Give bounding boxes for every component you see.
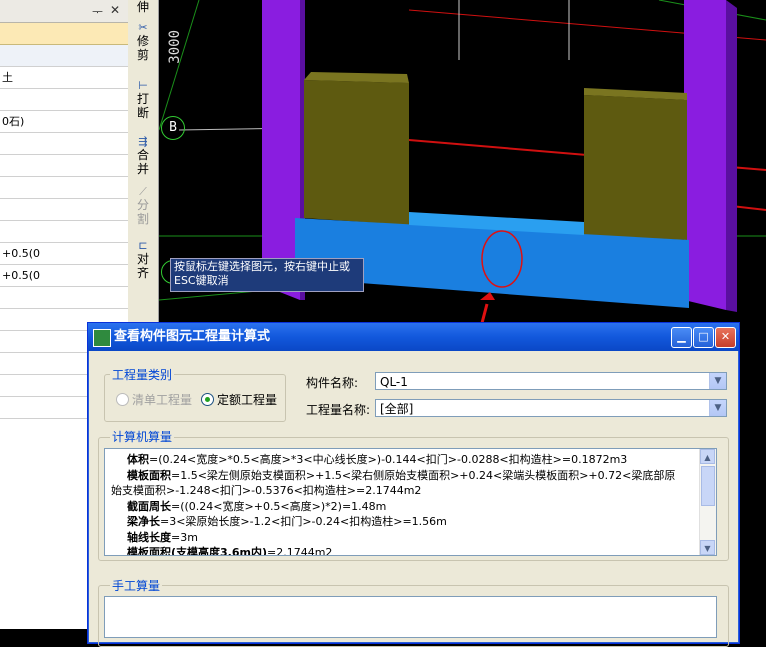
manual-calc-legend: 手工算量 [110, 577, 163, 594]
status-tooltip: 按鼠标左键选择图元，按右键中止或ESC键取消 [170, 258, 364, 292]
merge-icon: ⇶ [138, 135, 148, 148]
property-row[interactable]: +0.5(0 [0, 243, 128, 265]
pin-icon[interactable]: ᅮ [92, 3, 103, 20]
calc-line-key: 模板面积 [127, 468, 171, 482]
bill-quantity-label: 清单工程量 [132, 393, 193, 407]
break-button[interactable]: ⊢ 打断 [128, 79, 158, 121]
calc-line-key: 轴线长度 [127, 530, 171, 544]
chevron-down-icon[interactable]: ▼ [709, 373, 726, 389]
calc-line: 梁净长=3<梁原始长度>-1.2<扣门>-0.24<扣构造柱>=1.56m [105, 514, 716, 530]
calc-line-key: 模板面积(支模高度3.6m内) [127, 546, 268, 556]
quantity-name-select[interactable]: [全部] ▼ [375, 399, 727, 417]
scroll-down-icon[interactable]: ▼ [700, 540, 715, 555]
calc-line-text: =3m [171, 530, 198, 544]
quota-quantity-label: 定额工程量 [217, 393, 278, 407]
align-icon: ⊏ [138, 239, 148, 252]
close-button[interactable]: ✕ [715, 327, 736, 348]
dialog-title: 查看构件图元工程量计算式 [114, 329, 271, 344]
right-column-side [726, 0, 737, 312]
radio-icon [116, 393, 129, 406]
component-name-select[interactable]: QL-1 ▼ [375, 372, 727, 390]
calc-line-text: =3<梁原始长度>-1.2<扣门>-0.24<扣构造柱>=1.56m [160, 515, 447, 528]
bill-quantity-radio[interactable]: 清单工程量 [116, 391, 192, 408]
radio-icon [201, 393, 214, 406]
align-label: 对齐 [136, 252, 149, 280]
calc-line-key: 梁净长 [127, 515, 160, 528]
right-wall-block [584, 95, 687, 240]
property-row[interactable] [0, 45, 128, 67]
quantity-name-label: 工程量名称: [306, 403, 371, 417]
break-label: 打断 [136, 92, 149, 120]
extend-label: 伸 [136, 0, 149, 14]
quantity-name-value: [全部] [380, 402, 414, 416]
right-column [684, 0, 726, 310]
property-row[interactable] [0, 287, 128, 309]
property-row[interactable]: 0石) [0, 111, 128, 133]
app-icon [93, 329, 111, 347]
calc-line: 截面周长=((0.24<宽度>+0.5<高度>)*2)=1.48m [105, 499, 716, 515]
calc-line-text: 始支模面积>-1.248<扣门>-0.5376<扣构造柱>=2.1744m2 [111, 484, 422, 497]
calc-line: 始支模面积>-1.248<扣门>-0.5376<扣构造柱>=2.1744m2 [105, 483, 716, 499]
vertical-scrollbar[interactable]: ▲ ▼ [699, 449, 716, 555]
property-row[interactable]: +0.5(0 [0, 265, 128, 287]
calc-line-text: =((0.24<宽度>+0.5<高度>)*2)=1.48m [171, 499, 387, 513]
scroll-up-icon[interactable]: ▲ [700, 449, 715, 464]
chevron-down-icon[interactable]: ▼ [709, 400, 726, 416]
property-row[interactable] [0, 155, 128, 177]
calc-line: 轴线长度=3m [105, 530, 716, 546]
trim-label: 修剪 [136, 34, 149, 62]
calc-line: 模板面积(支模高度3.6m内)=2.1744m2 [105, 545, 716, 556]
axis-label-bubble: B [161, 116, 185, 140]
break-icon: ⊢ [138, 79, 148, 92]
calc-formula-textbox[interactable]: 体积=(0.24<宽度>*0.5<高度>*3<中心线长度>)-0.144<扣门>… [104, 448, 717, 556]
property-row[interactable] [0, 199, 128, 221]
property-row[interactable] [0, 133, 128, 155]
left-column [262, 0, 300, 300]
left-wall-block [304, 80, 409, 225]
calc-lines: 体积=(0.24<宽度>*0.5<高度>*3<中心线长度>)-0.144<扣门>… [105, 449, 716, 556]
calc-line-text: =2.1744m2 [267, 546, 333, 556]
calc-line-text: =(0.24<宽度>*0.5<高度>*3<中心线长度>)-0.144<扣门>-0… [149, 453, 628, 466]
calc-line: 模板面积=1.5<梁左侧原始支模面积>+1.5<梁右侧原始支模面积>+0.24<… [105, 468, 716, 484]
calc-line-key: 截面周长 [127, 499, 171, 513]
property-row[interactable]: 土 [0, 67, 128, 89]
computer-calc-legend: 计算机算量 [110, 428, 175, 445]
manual-calc-textbox[interactable] [104, 596, 717, 638]
merge-label: 合并 [136, 148, 149, 176]
merge-button[interactable]: ⇶ 合并 [128, 135, 158, 177]
property-row[interactable] [0, 177, 128, 199]
quota-quantity-radio[interactable]: 定额工程量 [201, 391, 277, 408]
minimize-button[interactable]: ▁ [671, 327, 692, 348]
grid-line [159, 0, 200, 131]
trim-button[interactable]: ✂ 修剪 [128, 21, 158, 63]
maximize-button[interactable]: □ [693, 327, 714, 348]
split-label: 分割 [136, 198, 149, 226]
dialog-titlebar[interactable]: 查看构件图元工程量计算式 ▁ □ ✕ [88, 323, 739, 351]
split-icon: ⟋ [139, 185, 147, 198]
quantity-type-legend: 工程量类别 [110, 366, 175, 383]
calc-line-text: =1.5<梁左侧原始支模面积>+1.5<梁右侧原始支模面积>+0.24<梁端头模… [171, 468, 676, 482]
property-row[interactable] [0, 89, 128, 111]
panel-titlebar: ᅮ ✕ [0, 0, 128, 23]
align-button[interactable]: ⊏ 对齐 [128, 239, 158, 281]
component-name-label: 构件名称: [306, 376, 359, 390]
quantity-formula-dialog: 查看构件图元工程量计算式 ▁ □ ✕ 工程量类别 清单工程量 定额工程量 构件名… [87, 322, 740, 647]
scroll-thumb[interactable] [701, 466, 715, 506]
dimension-label: 3000 [167, 30, 183, 64]
trim-icon: ✂ [138, 21, 148, 34]
property-row[interactable] [0, 23, 128, 45]
calc-line-key: 体积 [127, 453, 149, 466]
calc-line: 体积=(0.24<宽度>*0.5<高度>*3<中心线长度>)-0.144<扣门>… [105, 452, 716, 468]
split-button[interactable]: ⟋ 分割 [128, 185, 158, 227]
component-name-value: QL-1 [380, 375, 408, 389]
extend-button[interactable]: 伸 [128, 0, 158, 14]
arrow-head [480, 292, 495, 300]
close-icon[interactable]: ✕ [110, 3, 120, 17]
property-row[interactable] [0, 221, 128, 243]
